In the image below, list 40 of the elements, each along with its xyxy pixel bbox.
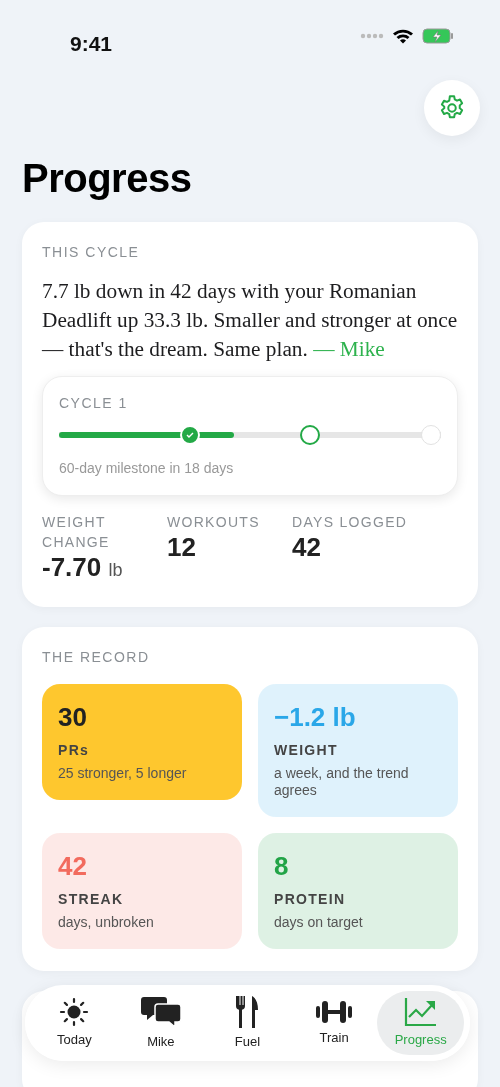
tile-value: 30 [58,702,88,732]
tab-button[interactable]: Train [290,991,378,1055]
tile-value: −1.2 lb [274,702,357,732]
milestone-check-icon [179,425,200,445]
tile-note: a week, and the trend agrees [274,765,410,799]
tile-value: 42 [58,851,88,881]
milestone-dot [300,425,321,445]
stat-value: 12 [167,532,197,562]
cycle-label: CYCLE 1 [59,394,129,413]
quote-text: 7.7 lb down in 42 days with your Romanian Deadlift up 33.3 lb. Smaller and stronger at once — that's the dream. Same plan. — Mike [42,278,458,363]
tile-label: PRs [58,741,91,760]
tile-label: WEIGHT [274,741,339,760]
settings-button[interactable] [424,80,480,136]
milestone-caption: 60-day milestone in 18 days [59,459,235,478]
tile-label: PROTEIN [274,890,347,909]
tab-button[interactable]: Mike [117,991,205,1055]
milestone-dot [421,425,441,445]
section-label: THIS CYCLE [42,243,141,262]
sun-icon [59,996,90,1027]
stat-label: WEIGHT CHANGE [42,513,111,552]
tile-value: 8 [274,851,290,881]
tile-note: days, unbroken [58,914,155,931]
stat-label: DAYS LOGGED [292,513,408,532]
trend-chart-icon [403,996,438,1027]
stat-value: -7.70 lb [42,552,124,584]
fork-knife-icon [234,994,261,1029]
tile-note: 25 stronger, 5 longer [58,765,188,782]
stat-value: 42 [292,532,322,562]
dumbbell-icon [315,998,354,1025]
tab-button[interactable]: Today [31,991,118,1055]
signal-icon [360,33,384,39]
stat-label: WORKOUTS [167,513,261,532]
section-label: THE RECORD [42,648,151,667]
tile-note: days on target [274,914,364,931]
page-title: Progress [22,155,193,202]
tile-label: STREAK [58,890,125,909]
battery-icon [422,28,454,44]
status-time: 9:41 [70,31,113,57]
wifi-icon [392,28,414,44]
tab-button[interactable]: Fuel [204,991,291,1055]
